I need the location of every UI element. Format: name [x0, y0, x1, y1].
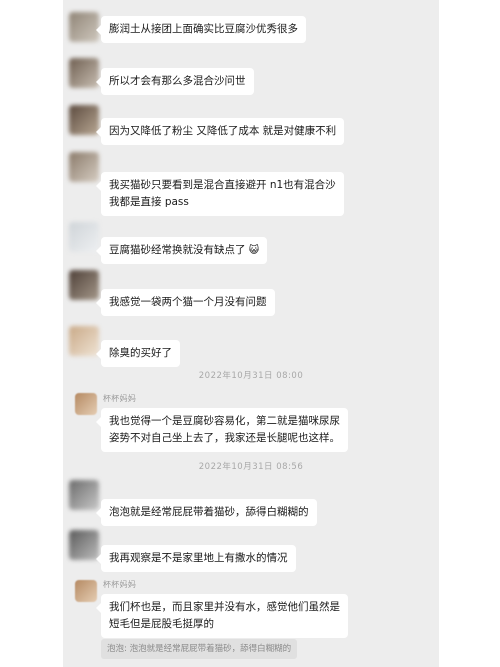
message-text: 豆腐猫砂经常换就没有缺点了: [109, 244, 246, 256]
avatar[interactable]: [69, 530, 99, 560]
message-bubble[interactable]: 膨润土从接团上面确实比豆腐沙优秀很多: [96, 16, 306, 43]
message-bubble[interactable]: 我也觉得一个是豆腐砂容易化，第二就是猫咪尿尿 姿势不对自己坐上去了，我家还是长腿…: [96, 408, 348, 452]
avatar[interactable]: [69, 222, 99, 252]
message-bubble[interactable]: 所以才会有那么多混合沙问世: [96, 68, 254, 95]
timestamp: 2022年10月31日 08:00: [198, 371, 304, 381]
message-bubble[interactable]: 我感觉一袋两个猫一个月没有问题: [96, 289, 275, 316]
quoted-message[interactable]: 泡泡: 泡泡就是经常屁屁带着猫砂，舔得白糊糊的: [101, 639, 298, 659]
message-bubble[interactable]: 我再观察是不是家里地上有撒水的情况: [96, 545, 296, 572]
message-bubble[interactable]: 泡泡就是经常屁屁带着猫砂，舔得白糊糊的: [96, 499, 317, 526]
avatar[interactable]: [75, 393, 97, 415]
avatar[interactable]: [69, 270, 99, 300]
avatar[interactable]: [69, 105, 99, 135]
message-bubble[interactable]: 因为又降低了粉尘 又降低了成本 就是对健康不利: [95, 118, 345, 145]
avatar[interactable]: [69, 480, 99, 510]
avatar[interactable]: [69, 152, 99, 182]
avatar[interactable]: [69, 58, 99, 88]
sender-name: 杯杯妈妈: [103, 580, 137, 589]
timestamp: 2022年10月31日 08:56: [198, 462, 304, 472]
chat-panel[interactable]: 膨润土从接团上面确实比豆腐沙优秀很多 所以才会有那么多混合沙问世 因为又降低了粉…: [63, 0, 439, 667]
message-bubble[interactable]: 豆腐猫砂经常换就没有缺点了 😺: [95, 237, 268, 264]
message-bubble[interactable]: 除臭的买好了: [96, 340, 180, 367]
message-bubble[interactable]: 我买猫砂只要看到是混合直接避开 n1也有混合沙 我都是直接 pass: [96, 172, 344, 216]
avatar[interactable]: [75, 580, 97, 602]
message-bubble[interactable]: 我们杯也是，而且家里并没有水，感觉他们虽然是 短毛但是屁股毛挺厚的: [96, 594, 348, 638]
sender-name: 杯杯妈妈: [103, 394, 137, 403]
avatar[interactable]: [69, 326, 99, 356]
cat-face-emoji-icon: 😺: [248, 245, 260, 256]
avatar[interactable]: [69, 12, 99, 42]
